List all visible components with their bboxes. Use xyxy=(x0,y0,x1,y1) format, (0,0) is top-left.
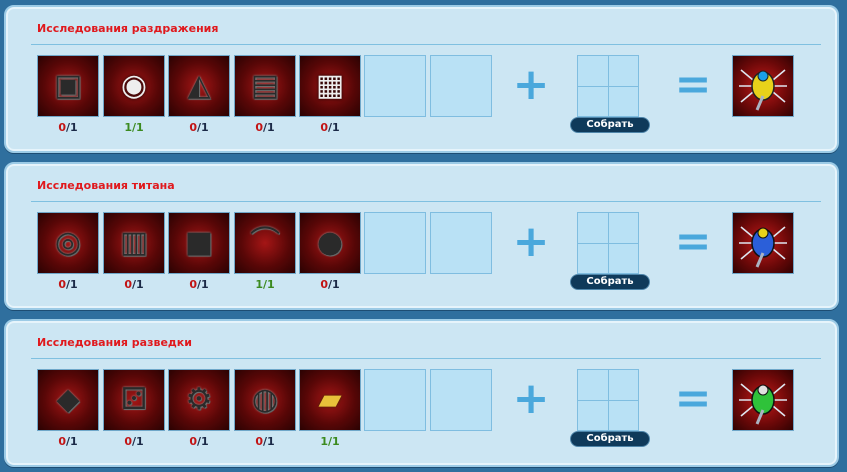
item-count: 0/1 xyxy=(124,278,144,291)
item-count: 1/1 xyxy=(320,435,340,448)
item-count: 0/1 xyxy=(189,435,209,448)
spider-robot-yellow-icon[interactable] xyxy=(732,55,794,117)
panel-icon[interactable]: ◆ xyxy=(37,369,99,431)
divider xyxy=(31,44,821,45)
dice-icon[interactable]: ⚂ xyxy=(103,369,165,431)
item-count: 0/1 xyxy=(255,121,275,134)
item-count: 0/1 xyxy=(320,278,340,291)
craft-grid[interactable] xyxy=(577,55,639,117)
item-count: 1/1 xyxy=(124,121,144,134)
blade-icon[interactable]: ⌒ xyxy=(234,212,296,274)
panel-title: Исследования раздражения xyxy=(37,22,219,35)
lens-icon[interactable]: ◍ xyxy=(234,369,296,431)
research-panel-irritation: Исследования раздражения ▣ ◉ ◭ ▤ ▦ 0/1 1… xyxy=(4,5,839,153)
plus-icon: + xyxy=(512,373,550,424)
item-count: 1/1 xyxy=(255,278,275,291)
screen-icon[interactable]: ▦ xyxy=(299,55,361,117)
item-count: 0/1 xyxy=(58,121,78,134)
collect-button[interactable]: Собрать xyxy=(570,274,650,290)
research-panel-titanium: Исследования титана ◎ ▥ ■ ⌒ ● 0/1 0/1 0/… xyxy=(4,162,839,310)
craft-grid[interactable] xyxy=(577,212,639,274)
machine-icon[interactable]: ▤ xyxy=(234,55,296,117)
item-count: 0/1 xyxy=(124,435,144,448)
collect-button[interactable]: Собрать xyxy=(570,431,650,447)
craft-grid[interactable] xyxy=(577,369,639,431)
item-count: 0/1 xyxy=(189,278,209,291)
divider xyxy=(31,358,821,359)
block-icon[interactable]: ■ xyxy=(168,212,230,274)
divider xyxy=(31,201,821,202)
equals-icon: = xyxy=(674,59,712,110)
equals-icon: = xyxy=(674,216,712,267)
spider-robot-blue-icon[interactable] xyxy=(732,212,794,274)
item-count: 0/1 xyxy=(58,278,78,291)
plus-icon: + xyxy=(512,216,550,267)
empty-slot[interactable] xyxy=(430,55,492,117)
gear-icon[interactable]: ⚙ xyxy=(168,369,230,431)
empty-slot[interactable] xyxy=(430,369,492,431)
cockpit-icon[interactable]: ◭ xyxy=(168,55,230,117)
book-icon[interactable]: ▰ xyxy=(299,369,361,431)
plate-icon[interactable]: ▥ xyxy=(103,212,165,274)
item-count: 0/1 xyxy=(58,435,78,448)
empty-slot[interactable] xyxy=(364,212,426,274)
spider-robot-green-icon[interactable] xyxy=(732,369,794,431)
item-count: 0/1 xyxy=(255,435,275,448)
collect-button[interactable]: Собрать xyxy=(570,117,650,133)
sphere-icon[interactable]: ● xyxy=(299,212,361,274)
research-panel-recon: Исследования разведки ◆ ⚂ ⚙ ◍ ▰ 0/1 0/1 … xyxy=(4,319,839,467)
empty-slot[interactable] xyxy=(364,369,426,431)
device-icon[interactable]: ▣ xyxy=(37,55,99,117)
panel-title: Исследования разведки xyxy=(37,336,192,349)
item-count: 0/1 xyxy=(189,121,209,134)
panel-title: Исследования титана xyxy=(37,179,175,192)
robot-icon[interactable]: ◉ xyxy=(103,55,165,117)
equals-icon: = xyxy=(674,373,712,424)
disc-icon[interactable]: ◎ xyxy=(37,212,99,274)
plus-icon: + xyxy=(512,59,550,110)
empty-slot[interactable] xyxy=(430,212,492,274)
empty-slot[interactable] xyxy=(364,55,426,117)
item-count: 0/1 xyxy=(320,121,340,134)
